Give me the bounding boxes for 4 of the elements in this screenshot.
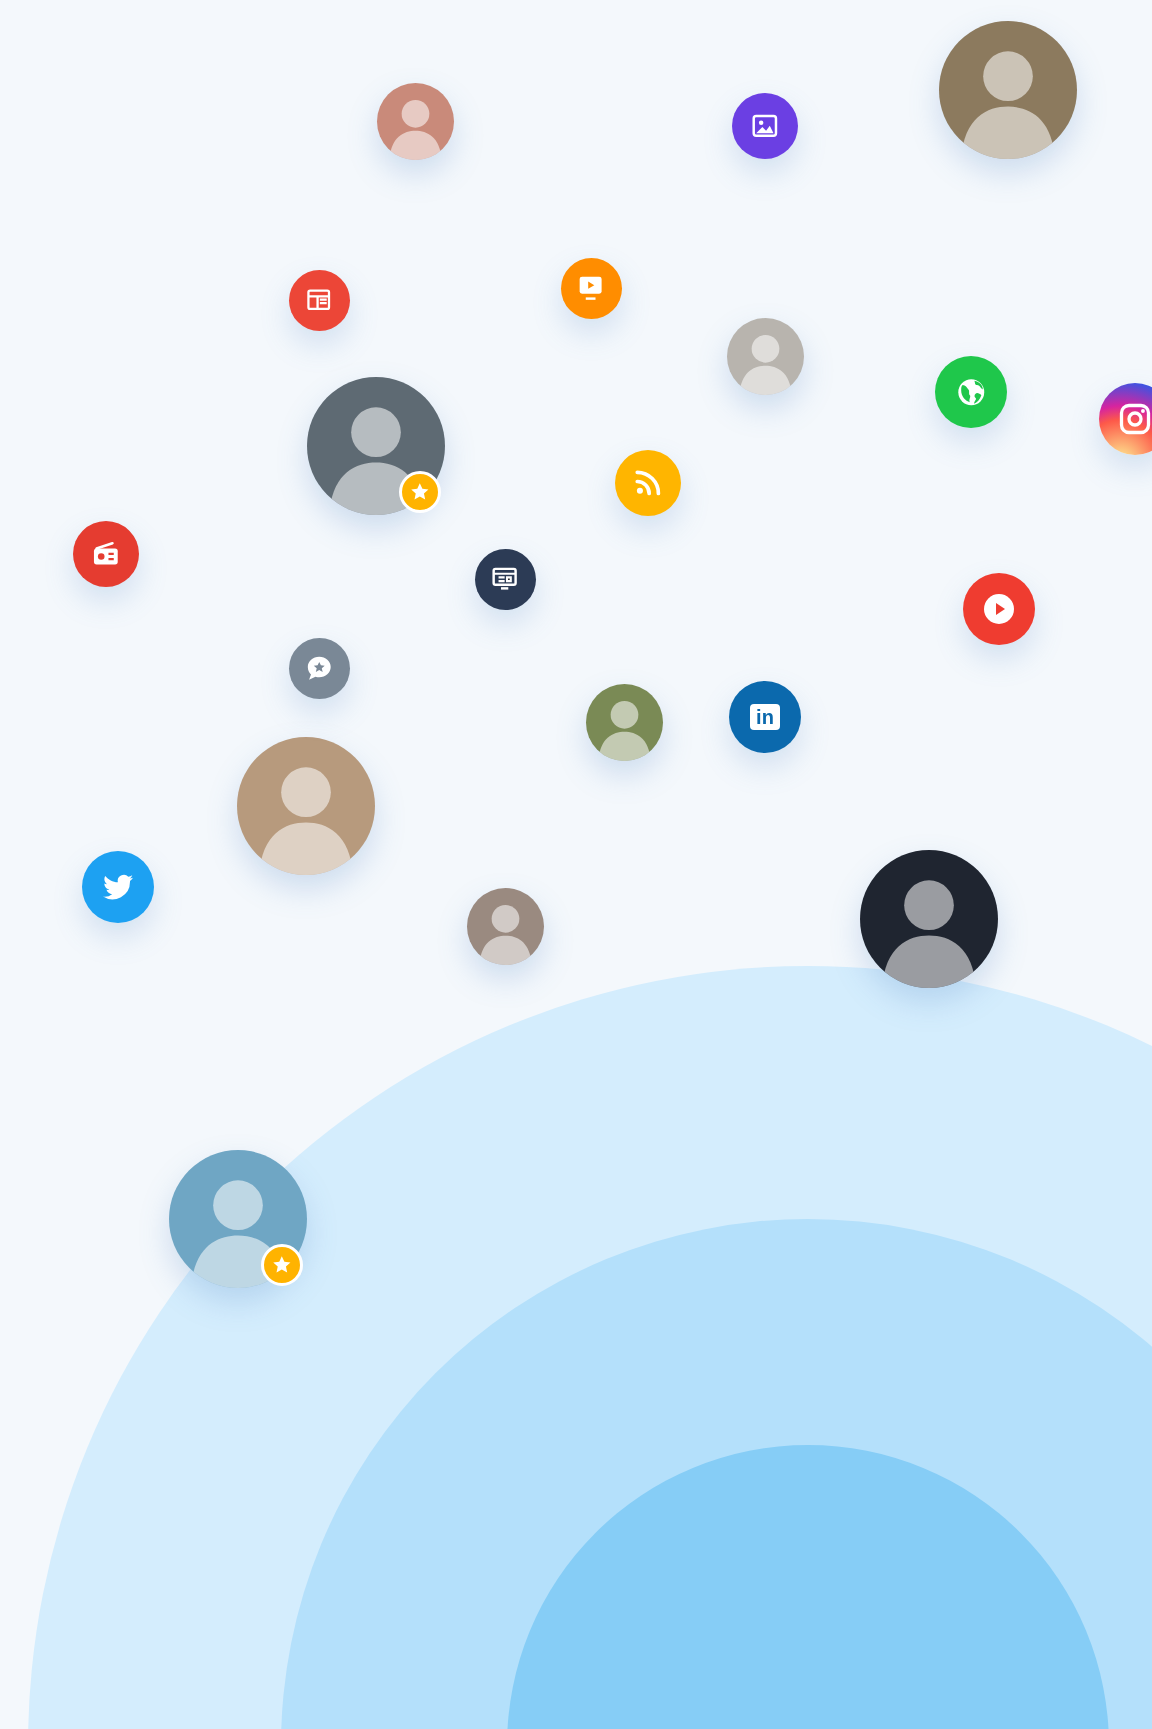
star-icon xyxy=(409,481,431,503)
star-icon xyxy=(271,1254,293,1276)
instagram-logo-icon[interactable] xyxy=(1099,383,1152,455)
linkedin-logo-icon[interactable]: in xyxy=(729,681,801,753)
